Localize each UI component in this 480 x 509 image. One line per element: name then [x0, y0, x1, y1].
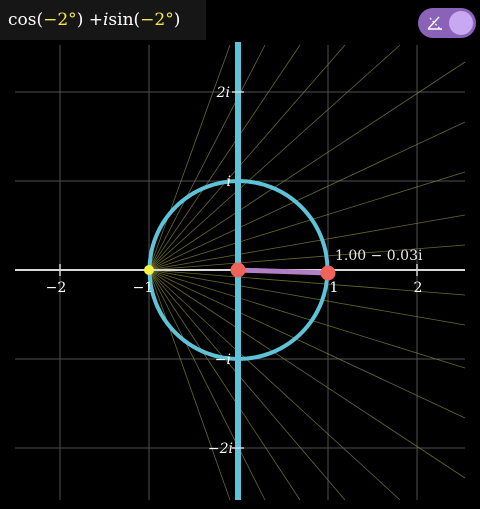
- complex-vector: [235, 267, 331, 276]
- y-tick-label: −2i: [208, 441, 233, 457]
- y-tick-label: i: [227, 174, 231, 190]
- y-tick-label: −i: [215, 352, 231, 368]
- x-tick-label: 1: [330, 280, 339, 296]
- value-point[interactable]: [320, 265, 336, 281]
- complex-plane: −2 −1 1 2 2i i −i −2i 1.00 − 0.03i: [15, 42, 466, 501]
- negative-one-point: [144, 265, 154, 275]
- point-value-label: 1.00 − 0.03i: [335, 248, 423, 264]
- x-tick-labels: −2 −1 1 2: [46, 280, 423, 296]
- x-tick-label: 2: [414, 280, 423, 296]
- x-tick-label: −2: [46, 280, 67, 296]
- origin-point[interactable]: [230, 262, 246, 278]
- y-tick-label: 2i: [216, 85, 230, 101]
- x-tick-label: −1: [133, 280, 154, 296]
